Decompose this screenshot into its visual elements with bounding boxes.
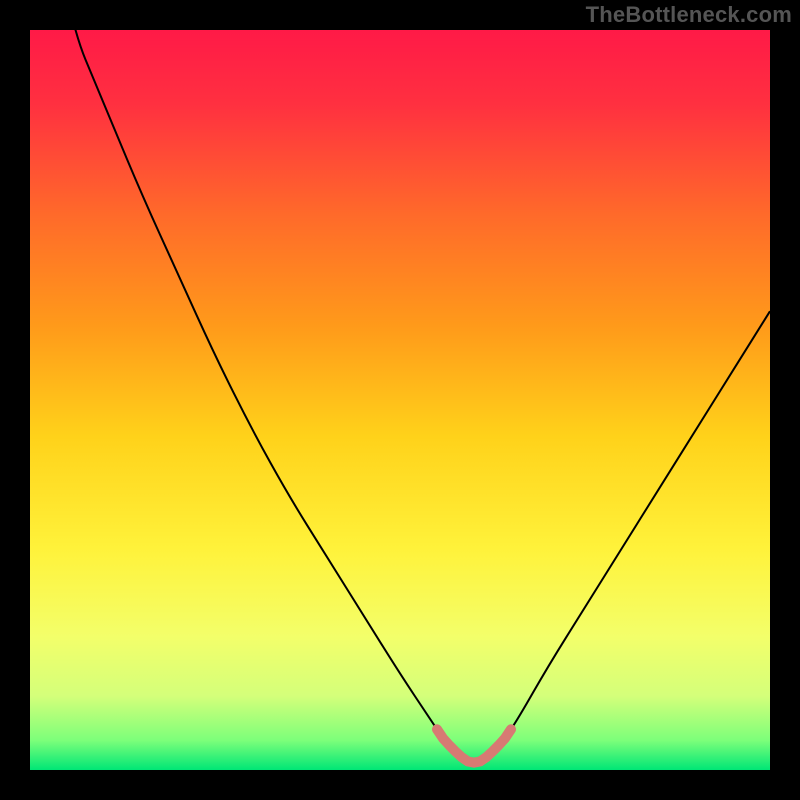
gradient-background xyxy=(30,30,770,770)
watermark-text: TheBottleneck.com xyxy=(586,2,792,28)
chart-frame: TheBottleneck.com xyxy=(0,0,800,800)
plot-area xyxy=(30,30,770,770)
chart-svg xyxy=(30,30,770,770)
